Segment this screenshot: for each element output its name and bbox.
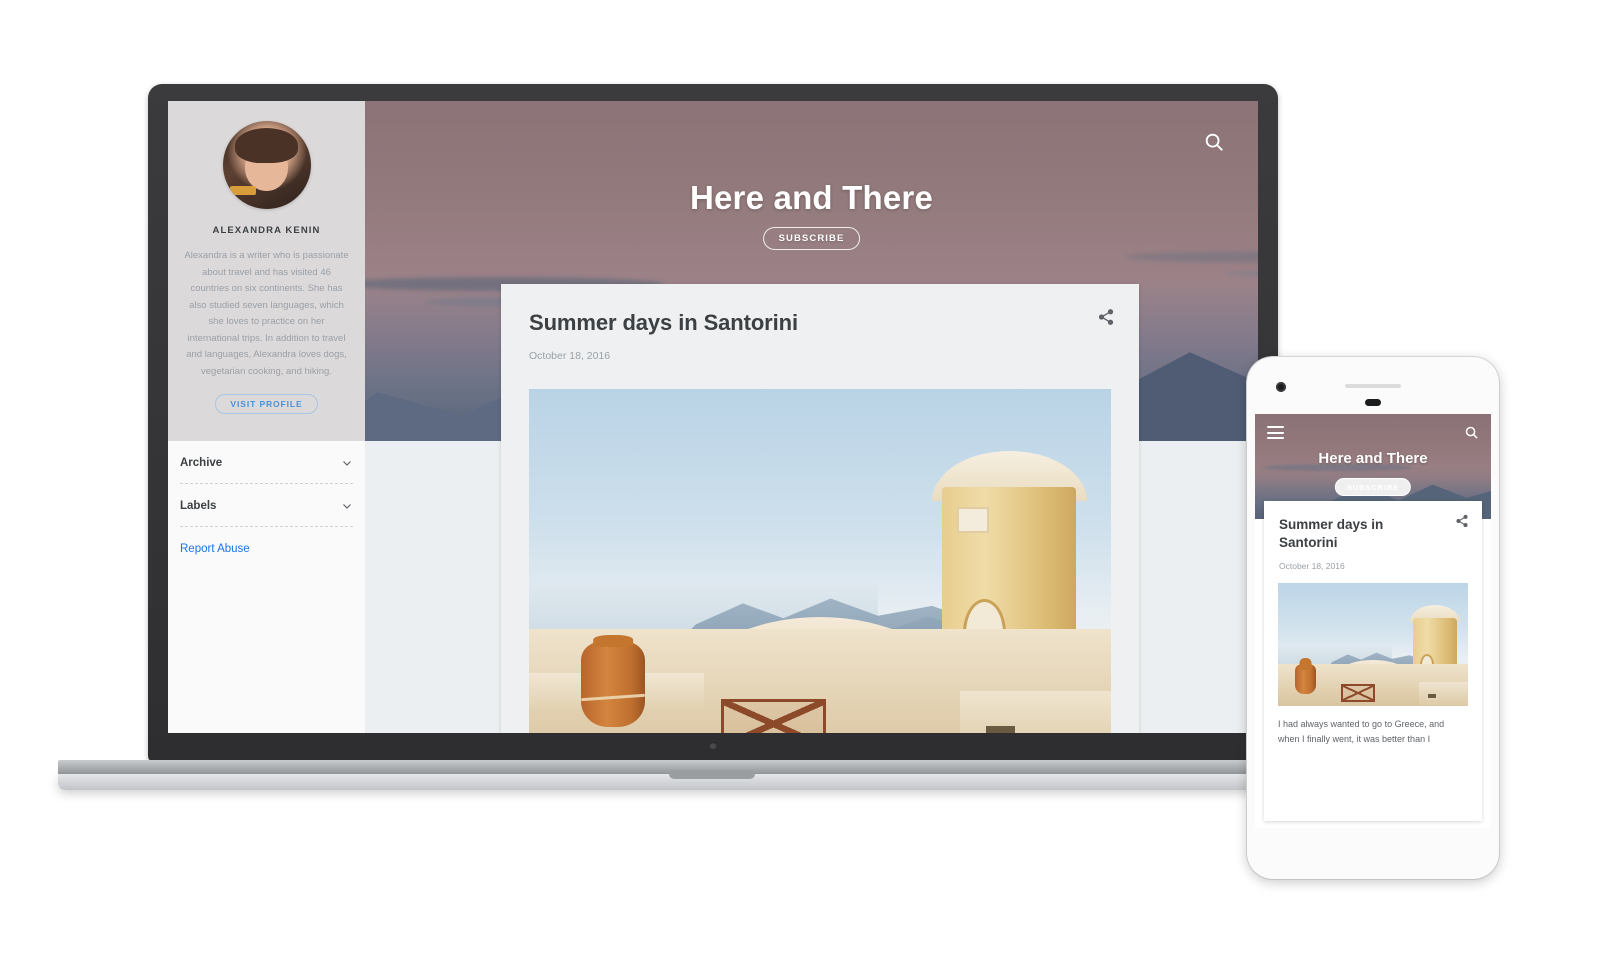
report-abuse-link[interactable]: Report Abuse bbox=[180, 543, 250, 555]
text-fade-overlay bbox=[1264, 795, 1482, 821]
phone-sensor bbox=[1365, 399, 1381, 406]
tower-window-shape bbox=[957, 507, 989, 533]
hamburger-menu-icon[interactable] bbox=[1267, 426, 1284, 439]
sidebar-item-label: Labels bbox=[180, 500, 217, 512]
share-icon[interactable] bbox=[1455, 514, 1469, 528]
chevron-down-icon bbox=[343, 461, 351, 466]
laptop-camera bbox=[709, 742, 717, 749]
visit-profile-button[interactable]: VISIT PROFILE bbox=[215, 394, 318, 414]
author-bio: Alexandra is a writer who is passionate … bbox=[184, 250, 349, 377]
chevron-down-icon bbox=[343, 504, 351, 509]
laptop-base bbox=[58, 760, 1366, 802]
laptop-mockup: Here and There SUBSCRIBE ALEXANDRA KENIN… bbox=[148, 84, 1278, 762]
urn-shape bbox=[1295, 664, 1316, 694]
phone-post-body: I had always wanted to go to Greece, and… bbox=[1278, 719, 1445, 744]
screenshot-stage: Here and There SUBSCRIBE ALEXANDRA KENIN… bbox=[0, 0, 1600, 963]
author-name: ALEXANDRA KENIN bbox=[212, 225, 321, 236]
niche-shape bbox=[1426, 692, 1438, 700]
laptop-base-notch bbox=[669, 770, 755, 779]
avatar-highlight bbox=[229, 186, 256, 195]
phone-subscribe-button[interactable]: SUBSCRIBE bbox=[1334, 478, 1412, 496]
phone-front-camera bbox=[1276, 382, 1286, 392]
wooden-gate-shape bbox=[1340, 684, 1375, 702]
post-photo bbox=[529, 389, 1111, 733]
phone-post-card: Summer days in Santorini October 18, 201… bbox=[1264, 501, 1482, 821]
phone-screen: Here and There SUBSCRIBE Summer days in … bbox=[1255, 414, 1491, 828]
author-profile-card: ALEXANDRA KENIN Alexandra is a writer wh… bbox=[168, 101, 365, 441]
post-header: Summer days in Santorini October 18, 201… bbox=[501, 284, 1139, 362]
phone-speaker-grille bbox=[1345, 384, 1401, 388]
phone-chin bbox=[1247, 833, 1499, 879]
sidebar-item-labels[interactable]: Labels bbox=[178, 484, 355, 526]
sidebar-nav: Archive Labels Report Abuse bbox=[168, 441, 365, 557]
niche-shape bbox=[982, 723, 1018, 733]
blog-page: Here and There SUBSCRIBE ALEXANDRA KENIN… bbox=[168, 101, 1258, 733]
phone-post-date: October 18, 2016 bbox=[1279, 561, 1345, 571]
cloud-shape bbox=[1125, 251, 1258, 263]
post-title: Summer days in Santorini bbox=[529, 310, 799, 335]
search-icon[interactable] bbox=[1464, 425, 1479, 440]
divider bbox=[180, 526, 353, 527]
share-icon[interactable] bbox=[1097, 308, 1115, 326]
sidebar: ALEXANDRA KENIN Alexandra is a writer wh… bbox=[168, 101, 365, 733]
sidebar-item-label: Archive bbox=[180, 457, 223, 469]
wooden-gate-shape bbox=[721, 699, 826, 733]
post-date: October 18, 2016 bbox=[529, 350, 611, 362]
laptop-screen: Here and There SUBSCRIBE ALEXANDRA KENIN… bbox=[168, 101, 1258, 733]
avatar bbox=[222, 121, 311, 209]
phone-post-photo bbox=[1278, 583, 1468, 706]
subscribe-button[interactable]: SUBSCRIBE bbox=[762, 227, 861, 250]
phone-post-header: Summer days in Santorini October 18, 201… bbox=[1264, 501, 1482, 571]
blog-title: Here and There bbox=[689, 179, 934, 216]
post-card: Summer days in Santorini October 18, 201… bbox=[501, 284, 1139, 733]
urn-shape bbox=[581, 641, 646, 727]
phone-mockup: Here and There SUBSCRIBE Summer days in … bbox=[1247, 357, 1499, 879]
search-icon[interactable] bbox=[1203, 131, 1225, 153]
phone-blog-title: Here and There bbox=[1318, 450, 1428, 467]
phone-post-title: Summer days in Santorini bbox=[1279, 517, 1384, 550]
cloud-shape bbox=[1225, 269, 1258, 278]
sidebar-item-archive[interactable]: Archive bbox=[178, 441, 355, 483]
